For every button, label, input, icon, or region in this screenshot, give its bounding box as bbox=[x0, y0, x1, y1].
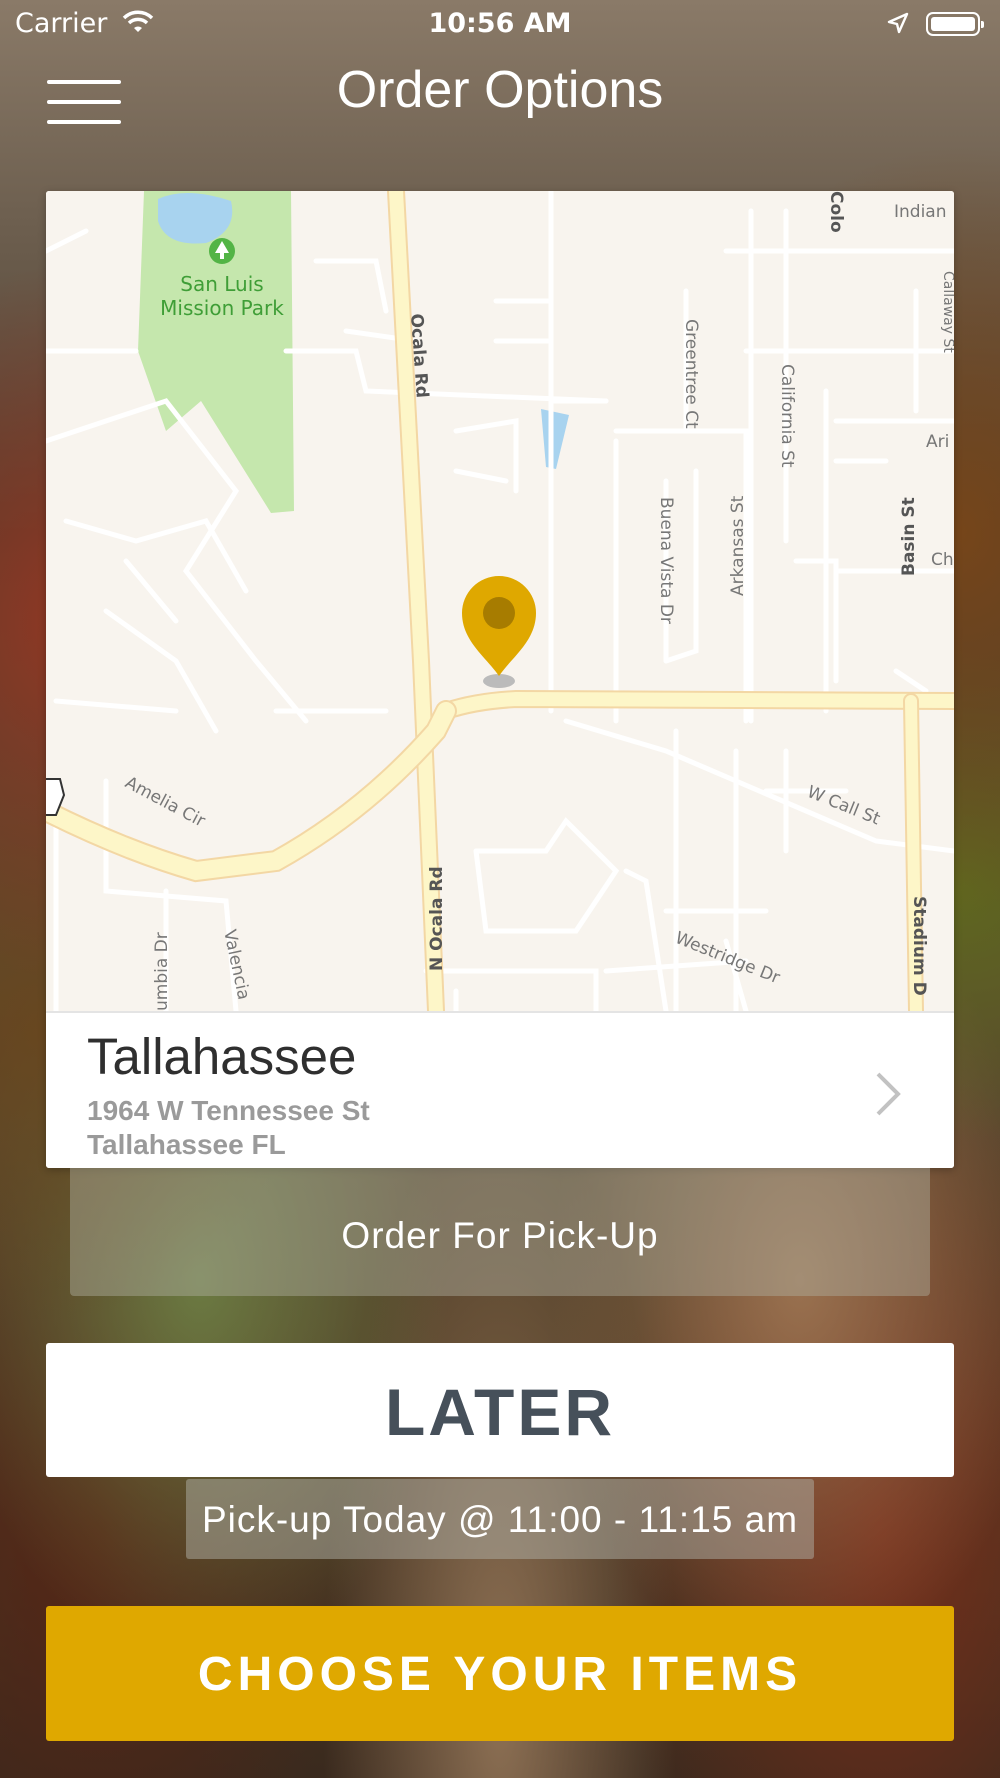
status-bar: Carrier 10:56 AM bbox=[0, 0, 1000, 50]
street-label: Greentree Ct bbox=[681, 319, 701, 429]
location-arrow-icon bbox=[887, 12, 909, 34]
street-label: N Ocala Rd bbox=[427, 866, 447, 971]
later-button[interactable]: LATER bbox=[46, 1343, 954, 1477]
selected-location-row[interactable]: Tallahassee 1964 W Tennessee St Tallahas… bbox=[46, 1011, 954, 1168]
order-for-pickup-button[interactable]: Order For Pick-Up bbox=[70, 1168, 930, 1296]
street-label: Ch bbox=[931, 550, 954, 570]
street-label: umbia Dr bbox=[152, 932, 172, 1011]
choose-your-items-button[interactable]: CHOOSE YOUR ITEMS bbox=[46, 1606, 954, 1741]
battery-icon bbox=[926, 12, 984, 36]
street-label: Stadium D bbox=[909, 896, 929, 996]
park-label-line2: Mission Park bbox=[160, 296, 284, 320]
street-label: Indian bbox=[894, 202, 947, 222]
status-time: 10:56 AM bbox=[428, 8, 572, 39]
street-label: Ari bbox=[926, 432, 949, 452]
location-address-line2: Tallahassee FL bbox=[87, 1129, 286, 1160]
page-title: Order Options bbox=[336, 61, 664, 119]
chevron-right-icon[interactable] bbox=[872, 1070, 904, 1118]
location-name: Tallahassee bbox=[87, 1028, 357, 1085]
street-label: California St bbox=[777, 364, 797, 468]
street-label: Callaway St bbox=[940, 271, 954, 353]
street-label: Buena Vista Dr bbox=[656, 497, 676, 624]
pickup-time-label: Pick-up Today @ 11:00 - 11:15 am bbox=[186, 1479, 814, 1559]
street-label: Colo bbox=[826, 191, 846, 233]
street-label: Basin St bbox=[899, 497, 919, 576]
street-label: Arkansas St bbox=[728, 495, 748, 596]
location-address-line1: 1964 W Tennessee St bbox=[87, 1095, 370, 1126]
location-card: San Luis Mission Park Ocala Rd N Ocala R… bbox=[46, 191, 954, 1168]
store-map[interactable]: San Luis Mission Park Ocala Rd N Ocala R… bbox=[46, 191, 954, 1011]
park-label: San Luis bbox=[180, 272, 263, 296]
